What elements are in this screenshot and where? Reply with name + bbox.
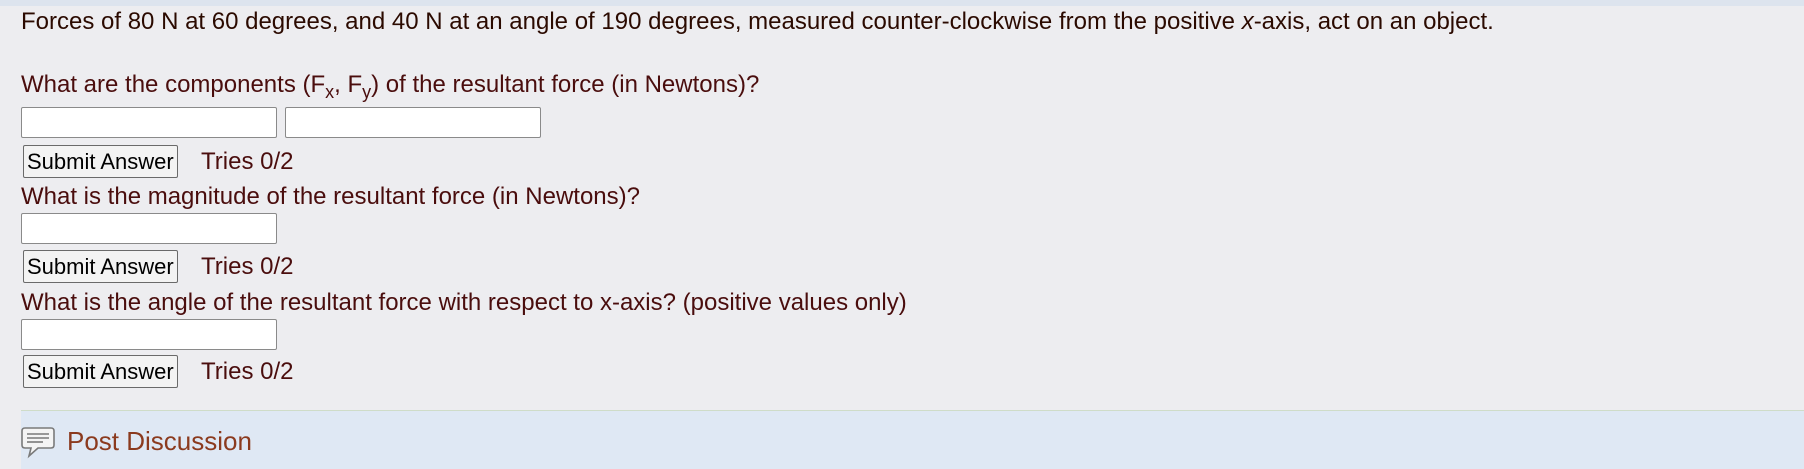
problem-statement: Forces of 80 N at 60 degrees, and 40 N a… bbox=[21, 6, 1494, 38]
submit-angle-button[interactable]: Submit Answer bbox=[23, 355, 178, 388]
subscript-x: x bbox=[325, 82, 335, 102]
post-discussion-link[interactable]: Post Discussion bbox=[67, 425, 252, 457]
discussion-panel: Post Discussion bbox=[21, 410, 1804, 469]
problem-text-start: Forces of 80 N at 60 degrees, and 40 N a… bbox=[21, 8, 1242, 35]
question-angle-prompt: What is the angle of the resultant force… bbox=[21, 289, 907, 316]
angle-input[interactable] bbox=[21, 319, 277, 350]
x-variable: x bbox=[1241, 8, 1254, 35]
question-magnitude-prompt: What is the magnitude of the resultant f… bbox=[21, 183, 640, 210]
magnitude-tries-counter: Tries 0/2 bbox=[201, 253, 294, 280]
subscript-y: y bbox=[362, 82, 372, 102]
components-tries-counter: Tries 0/2 bbox=[201, 148, 294, 175]
angle-tries-counter: Tries 0/2 bbox=[201, 358, 294, 385]
magnitude-input[interactable] bbox=[21, 213, 277, 244]
discussion-bubble-icon[interactable] bbox=[21, 425, 57, 459]
fy-input[interactable] bbox=[285, 107, 541, 138]
problem-text-end: -axis, act on an object. bbox=[1253, 8, 1494, 35]
submit-magnitude-button[interactable]: Submit Answer bbox=[23, 250, 178, 283]
submit-components-button[interactable]: Submit Answer bbox=[23, 145, 178, 178]
question-components-prompt: What are the components (Fx, Fy) of the … bbox=[21, 71, 760, 102]
fx-input[interactable] bbox=[21, 107, 277, 138]
